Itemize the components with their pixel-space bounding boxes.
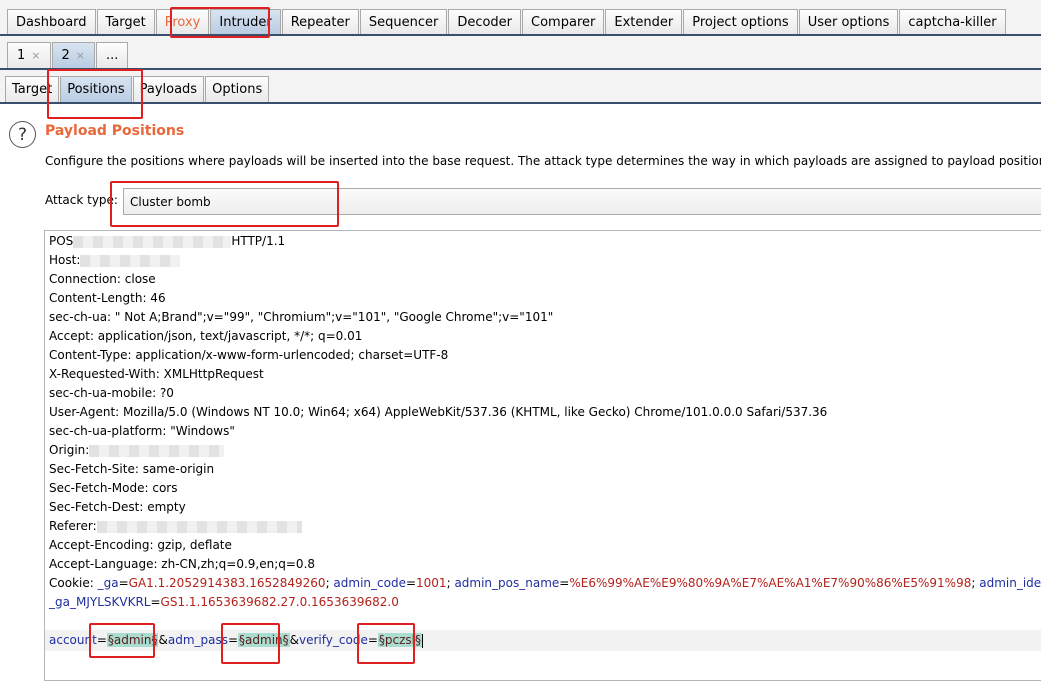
close-icon[interactable]: × — [76, 49, 85, 62]
redacted-block — [89, 444, 225, 457]
tab-intruder[interactable]: Intruder — [210, 9, 281, 34]
header-line: Sec-Fetch-Site: same-origin — [49, 462, 215, 476]
param-name: account — [49, 633, 97, 647]
request-body[interactable]: account=§admin§&adm_pass=§admin§&verify_… — [45, 630, 1041, 651]
header-cookie: Cookie: _ga=GA1.1.2052914383.1652849260;… — [49, 574, 1041, 593]
header-line: Connection: close — [49, 272, 156, 286]
tab-repeater[interactable]: Repeater — [281, 9, 359, 34]
cookie-label: Cookie: — [49, 576, 98, 590]
tab-project-options[interactable]: Project options — [683, 9, 798, 34]
header-line: sec-ch-ua-platform: "Windows" — [49, 424, 235, 438]
redacted-block — [96, 520, 302, 533]
intruder-tab-bar: Target Positions Payloads Options — [0, 70, 1041, 104]
section-title: Payload Positions — [45, 123, 185, 139]
cookie-name: admin_code — [333, 576, 406, 590]
tab-captcha-killer[interactable]: captcha-killer — [899, 9, 1006, 34]
tab-intruder-target[interactable]: Target — [5, 76, 60, 102]
tab-proxy[interactable]: Proxy — [155, 9, 210, 34]
tab-sequencer[interactable]: Sequencer — [359, 9, 448, 34]
header-origin-label: Origin: — [49, 443, 90, 457]
attack-type-select[interactable]: Cluster bomb — [123, 188, 1041, 215]
attack-tab-bar: 1 × 2 × ... — [0, 36, 1041, 70]
param-name: verify_code — [299, 633, 368, 647]
tab-dashboard[interactable]: Dashboard — [7, 9, 96, 34]
payload-position[interactable]: §pczsl§ — [377, 633, 422, 647]
attack-type-value: Cluster bomb — [130, 194, 211, 209]
redacted-block — [80, 254, 181, 267]
header-host: Host: — [49, 251, 181, 270]
tab-payloads[interactable]: Payloads — [132, 76, 205, 102]
header-line: X-Requested-With: XMLHttpRequest — [49, 367, 264, 381]
attack-tab-label: 1 — [17, 48, 26, 63]
http-version: HTTP/1.1 — [231, 234, 286, 248]
header-line: Sec-Fetch-Dest: empty — [49, 500, 186, 514]
header-line: Sec-Fetch-Mode: cors — [49, 481, 178, 495]
tab-user-options[interactable]: User options — [798, 9, 899, 34]
cookie-value: %E6%99%AE%E9%80%9A%E7%AE%A1%E7%90%86%E5%… — [569, 576, 972, 590]
header-line: Content-Length: 46 — [49, 291, 166, 305]
attack-tab-label: 2 — [61, 48, 70, 63]
cookie-name: admin_identity — [979, 576, 1041, 590]
payload-position[interactable]: §admin§ — [238, 633, 290, 647]
section-description: Configure the positions where payloads w… — [45, 154, 1041, 168]
cookie-name: _ga_MJYLSKVKRL — [49, 595, 151, 609]
header-cookie-cont: _ga_MJYLSKVKRL=GS1.1.1653639682.27.0.165… — [49, 595, 399, 609]
tab-extender[interactable]: Extender — [605, 9, 683, 34]
close-icon[interactable]: × — [31, 49, 40, 62]
request-editor[interactable]: POS HTTP/1.1 Host: Connection: close Cont… — [44, 230, 1041, 681]
cookie-value: 1001 — [416, 576, 447, 590]
param-name: adm_pass — [167, 633, 228, 647]
tab-decoder[interactable]: Decoder — [448, 9, 522, 34]
redacted-block — [73, 235, 232, 248]
main-tab-bar: Dashboard Target Proxy Intruder Repeater… — [0, 0, 1041, 36]
header-line: sec-ch-ua: " Not A;Brand";v="99", "Chrom… — [49, 310, 554, 324]
attack-tab-1[interactable]: 1 × — [7, 42, 51, 68]
header-line: User-Agent: Mozilla/5.0 (Windows NT 10.0… — [49, 405, 828, 419]
help-icon[interactable]: ? — [9, 121, 36, 148]
tab-comparer[interactable]: Comparer — [522, 9, 605, 34]
request-method: POS — [49, 234, 74, 248]
request-line: POS HTTP/1.1 — [49, 232, 285, 251]
attack-tab-2[interactable]: 2 × — [51, 42, 95, 68]
header-referer-label: Referer: — [49, 519, 97, 533]
new-tab-button[interactable]: ... — [96, 42, 129, 68]
header-line: Accept: application/json, text/javascrip… — [49, 329, 363, 343]
header-line: sec-ch-ua-mobile: ?0 — [49, 386, 174, 400]
header-line: Accept-Language: zh-CN,zh;q=0.9,en;q=0.8 — [49, 557, 316, 571]
cookie-value: GS1.1.1653639682.27.0.1653639682.0 — [160, 595, 399, 609]
cookie-name: _ga — [97, 576, 119, 590]
cookie-name: admin_pos_name — [454, 576, 560, 590]
text-caret — [422, 633, 423, 648]
header-host-label: Host: — [49, 253, 81, 267]
attack-type-label: Attack type: — [45, 193, 118, 207]
tab-options[interactable]: Options — [205, 76, 270, 102]
header-referer: Referer: — [49, 517, 302, 536]
payload-position[interactable]: §admin§ — [106, 633, 159, 647]
tab-target[interactable]: Target — [96, 9, 155, 34]
header-line: Accept-Encoding: gzip, deflate — [49, 538, 232, 552]
header-line: Content-Type: application/x-www-form-url… — [49, 348, 449, 362]
cookie-value: GA1.1.2052914383.1652849260 — [128, 576, 326, 590]
header-origin: Origin: — [49, 441, 225, 460]
tab-positions[interactable]: Positions — [60, 76, 132, 102]
